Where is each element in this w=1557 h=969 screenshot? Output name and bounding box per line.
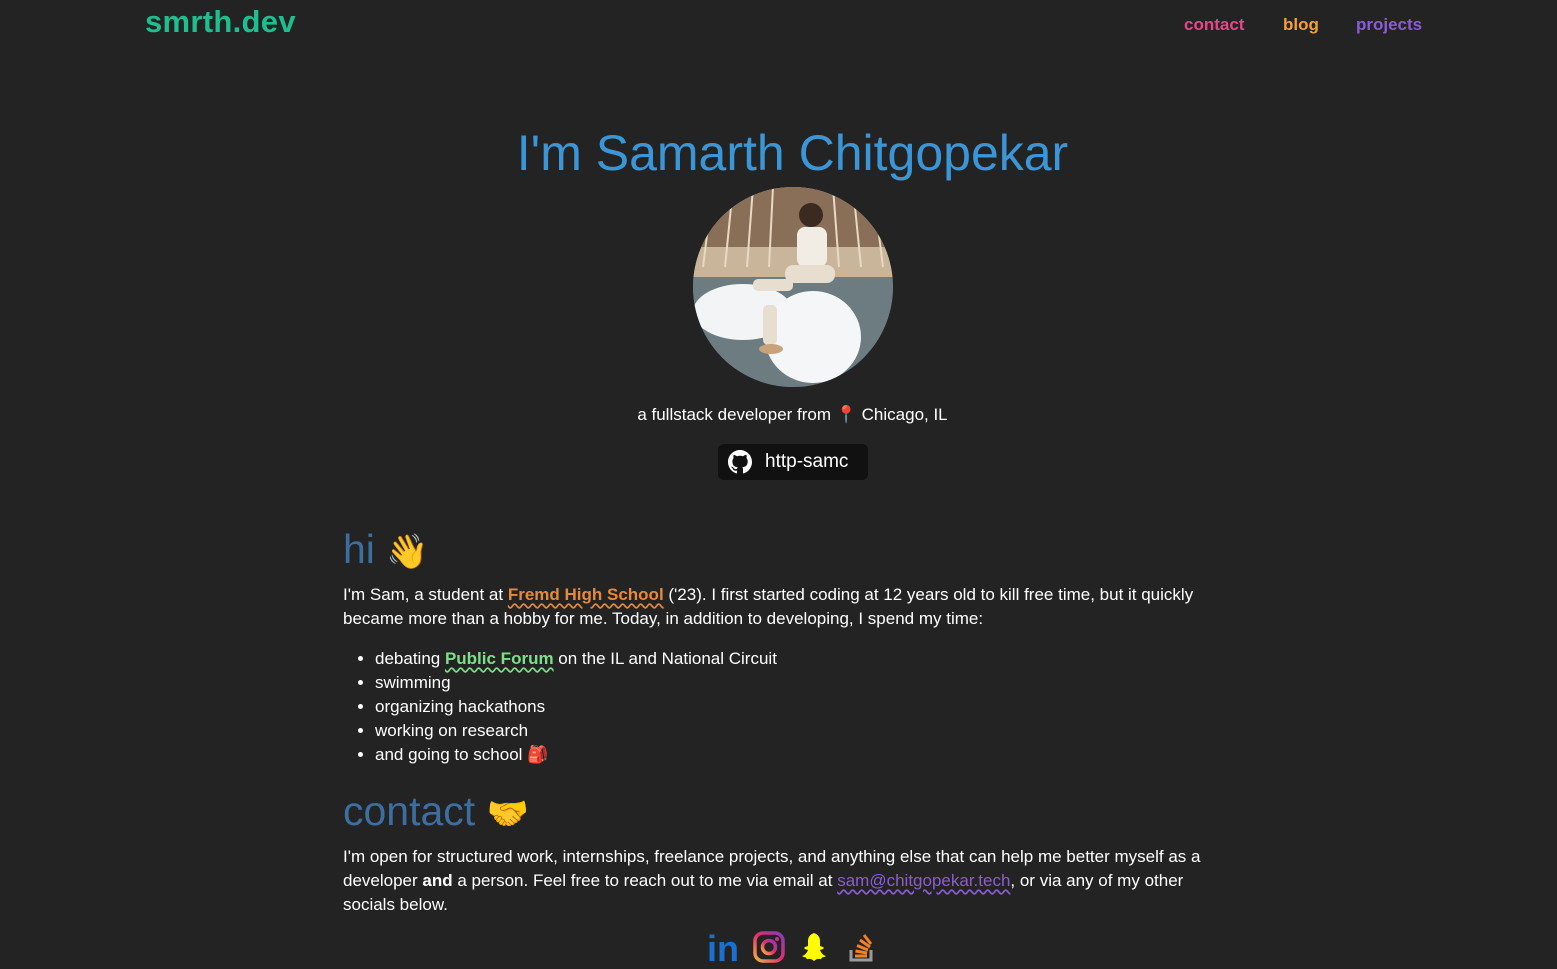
list-item: swimming: [375, 671, 1233, 695]
tagline-location: Chicago, IL: [856, 405, 948, 424]
nav-projects-link[interactable]: projects: [1356, 15, 1422, 35]
school-text: and going to school: [375, 745, 523, 764]
contact-heading: contact 🤝: [343, 788, 1233, 835]
social-links: in: [0, 928, 1557, 969]
activities-list: debating Public Forum on the IL and Nati…: [343, 647, 1233, 767]
backpack-icon: 🎒: [527, 745, 549, 764]
list-item: working on research: [375, 719, 1233, 743]
instagram-icon[interactable]: [752, 930, 786, 964]
contact-text-mid: a person. Feel free to reach out to me v…: [452, 871, 838, 890]
list-item: organizing hackathons: [375, 695, 1233, 719]
github-icon: [728, 450, 752, 474]
about-heading: hi 👋: [343, 526, 1233, 573]
waving-hand-icon: 👋: [386, 532, 429, 572]
list-item: and going to school 🎒: [375, 743, 1233, 767]
list-item: debating Public Forum on the IL and Nati…: [375, 647, 1233, 671]
linkedin-icon[interactable]: in: [706, 928, 740, 969]
brand-logo-link[interactable]: smrth.dev: [145, 4, 296, 40]
contact-section: contact 🤝 I'm open for structured work, …: [343, 788, 1233, 917]
snapchat-glyph: [801, 933, 826, 961]
tagline-prefix: a fullstack developer from: [637, 405, 836, 424]
about-paragraph: I'm Sam, a student at Fremd High School …: [343, 583, 1233, 631]
contact-text-bold: and: [422, 871, 453, 890]
stackoverflow-icon[interactable]: [845, 930, 879, 964]
contact-heading-text: contact: [343, 788, 476, 834]
about-section: hi 👋 I'm Sam, a student at Fremd High Sc…: [343, 526, 1233, 767]
nav-blog-link[interactable]: blog: [1283, 15, 1319, 35]
handshake-icon: 🤝: [486, 794, 529, 834]
contact-paragraph: I'm open for structured work, internship…: [343, 845, 1233, 917]
public-forum-link[interactable]: Public Forum: [445, 649, 554, 668]
github-handle: http-samc: [765, 451, 849, 472]
tagline: a fullstack developer from 📍 Chicago, IL: [0, 405, 1557, 425]
profile-photo: [693, 187, 893, 387]
stackoverflow-glyph: [849, 934, 873, 962]
instagram-glyph: [753, 931, 786, 963]
location-pin-icon: 📍: [835, 405, 857, 424]
top-bar: smrth.dev contact blog projects: [0, 0, 1557, 50]
nav-contact-link[interactable]: contact: [1184, 15, 1244, 35]
email-link[interactable]: sam@chitgopekar.tech: [837, 871, 1010, 890]
school-link[interactable]: Fremd High School: [508, 585, 664, 604]
linkedin-letters: in: [707, 930, 739, 964]
page-title: I'm Samarth Chitgopekar: [516, 125, 1069, 181]
github-profile-button[interactable]: http-samc: [718, 444, 868, 480]
linkedin-glyph: in: [707, 928, 739, 969]
about-text-start: I'm Sam, a student at: [343, 585, 508, 604]
profile-photo-illustration: [693, 187, 893, 387]
about-heading-text: hi: [343, 526, 375, 572]
debate-text-start: debating: [375, 649, 445, 668]
debate-text-end: on the IL and National Circuit: [553, 649, 777, 668]
snapchat-icon[interactable]: [799, 930, 833, 964]
